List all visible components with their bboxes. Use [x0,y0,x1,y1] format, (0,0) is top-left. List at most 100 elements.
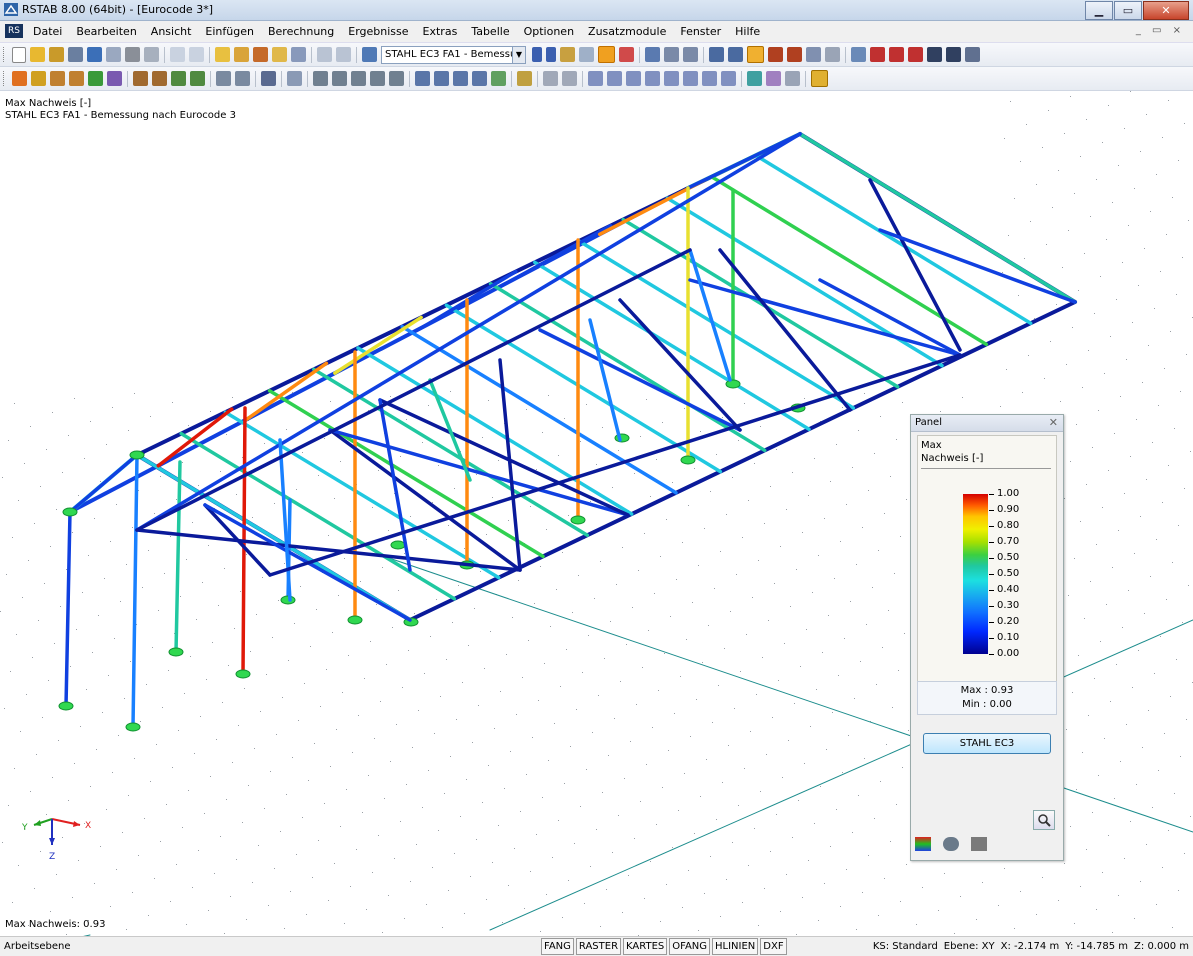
document-icon[interactable]: RS [5,24,23,38]
view-active-icon[interactable] [747,46,764,63]
hinge-icon[interactable] [107,71,122,86]
cartesian-toggle[interactable]: KARTES [623,938,668,955]
member-load-icon[interactable] [190,71,205,86]
view-iso-icon[interactable] [768,47,783,62]
view-grid-icon[interactable] [709,47,724,62]
open-folder-icon[interactable] [30,47,45,62]
mdi-window-controls[interactable]: _ ▭ × [1136,25,1185,36]
column[interactable] [131,453,139,729]
color-scale-bar[interactable] [963,494,988,654]
minimize-button[interactable]: ▁ [1085,1,1113,20]
node-icon[interactable] [12,71,27,86]
table-results-icon[interactable] [785,71,800,86]
purlin[interactable] [444,303,723,474]
view-front-icon[interactable] [787,47,802,62]
block-icon[interactable] [68,47,83,62]
undo-icon[interactable] [170,47,185,62]
render-mode-icon[interactable] [491,71,506,86]
save-icon[interactable] [87,47,102,62]
reaction-pz-icon[interactable] [721,71,736,86]
show-results-icon[interactable] [598,46,615,63]
menu-ansicht[interactable]: Ansicht [151,25,192,38]
support-node[interactable] [129,450,145,460]
purlin[interactable] [577,239,856,410]
filter-tab-icon[interactable] [971,837,987,851]
menu-tabelle[interactable]: Tabelle [471,25,509,38]
panel-settings-icon[interactable] [1033,810,1055,830]
view-grid2-icon[interactable] [728,47,743,62]
display-options-icon[interactable] [287,71,302,86]
internal-force-vy-icon[interactable] [607,71,622,86]
color-scheme-icon[interactable] [517,71,532,86]
member-icon[interactable] [31,71,46,86]
open-model-icon[interactable] [49,47,64,62]
menu-optionen[interactable]: Optionen [524,25,574,38]
search-icon[interactable] [234,47,249,62]
view-3d-icon[interactable] [370,71,385,86]
view-z-icon[interactable] [453,71,468,86]
internal-force-mt-icon[interactable] [645,71,660,86]
tools-icon[interactable] [965,47,980,62]
symmetry-icon[interactable] [870,47,885,62]
rafter[interactable] [333,315,423,375]
menu-fenster[interactable]: Fenster [680,25,721,38]
zoom-all-icon[interactable] [313,71,328,86]
edit-icon[interactable] [215,47,230,62]
menu-datei[interactable]: Datei [33,25,62,38]
purlin[interactable] [621,217,900,389]
member-set-icon[interactable] [50,71,65,86]
internal-force-n-icon[interactable] [588,71,603,86]
support-node[interactable] [347,615,363,625]
smooth-icon[interactable] [683,47,698,62]
close-button[interactable]: ✕ [1143,1,1189,20]
filter-icon[interactable] [825,47,840,62]
document-view-icon[interactable] [106,47,121,62]
camera-icon[interactable] [927,47,942,62]
support-node[interactable] [58,701,74,711]
column[interactable] [64,510,72,708]
print-icon[interactable] [125,47,140,62]
support-node[interactable] [390,540,406,550]
column[interactable] [174,460,182,654]
view-side-icon[interactable] [806,47,821,62]
brace[interactable] [588,318,622,442]
stahl-ec3-button[interactable]: STAHL EC3 [923,733,1051,754]
mirror-icon[interactable] [889,47,904,62]
brace[interactable] [618,298,742,432]
menu-zusatzmodule[interactable]: Zusatzmodule [588,25,666,38]
support-node[interactable] [125,722,141,732]
deformation-results-icon[interactable] [766,71,781,86]
snap-toggle[interactable]: FANG [541,938,574,955]
maximize-button[interactable]: ▭ [1114,1,1142,20]
zoom-out-icon[interactable] [351,71,366,86]
nodal-load-icon[interactable] [171,71,186,86]
support-node[interactable] [168,647,184,657]
load-icon[interactable] [152,71,167,86]
view-y-icon[interactable] [434,71,449,86]
rafter[interactable] [244,361,329,422]
reaction-py-icon[interactable] [702,71,717,86]
workplane-axis-line[interactable] [489,619,1193,931]
select-icon[interactable] [253,47,268,62]
support-node[interactable] [725,379,741,389]
next-arrow-icon[interactable] [546,47,556,62]
menu-hilfe[interactable]: Hilfe [735,25,760,38]
connection-icon[interactable] [851,47,866,62]
factors-tab-icon[interactable] [943,837,959,851]
panel-close-icon[interactable]: ✕ [1049,416,1058,429]
design-case-select[interactable]: STAHL EC3 FA1 - Bemessung ▼ [381,45,526,64]
render-icon[interactable] [946,47,961,62]
chevron-down-icon[interactable]: ▼ [512,46,525,63]
window-icon[interactable] [291,47,306,62]
internal-force-vz-icon[interactable] [626,71,641,86]
load-case-icon[interactable] [272,47,287,62]
zoom-window-icon[interactable] [332,71,347,86]
redo-icon[interactable] [189,47,204,62]
support-node[interactable] [62,507,78,517]
support-node[interactable] [570,515,586,525]
object-snap-toggle[interactable]: OFANG [669,938,711,955]
purlin[interactable] [798,132,1077,304]
values-icon[interactable] [579,47,594,62]
dimension-icon[interactable] [216,71,231,86]
menu-ergebnisse[interactable]: Ergebnisse [348,25,408,38]
